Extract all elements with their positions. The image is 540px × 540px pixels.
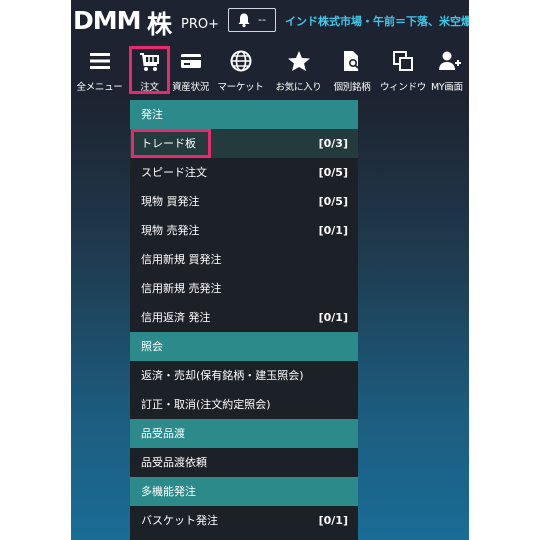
menu-item-basket-order[interactable]: バスケット発注 [0/1] [130, 506, 358, 535]
globe-icon [230, 50, 252, 76]
menu-item-count: [0/1] [318, 224, 348, 237]
section-header-inquiry: 照会 [130, 332, 358, 361]
menu-item-label: 現物 売発注 [141, 224, 200, 237]
order-dropdown-menu: 発注 トレード板 [0/3] スピード注文 [0/5] 現物 買発注 [0/5]… [130, 100, 358, 540]
selection-highlight [131, 129, 211, 158]
section-header-delivery: 品受品渡 [130, 419, 358, 448]
news-ticker[interactable]: インド株式市場・午前＝下落、米空爆 [285, 13, 469, 29]
toolbar-market[interactable]: マーケット [212, 46, 269, 94]
toolbar-individual-stock[interactable]: 個別銘柄 [328, 46, 376, 94]
toolbar-label: ウィンドウ [379, 82, 426, 93]
section-header-multi-function: 多機能発注 [130, 477, 358, 506]
menu-item-label: 信用新規 売発注 [141, 282, 222, 295]
star-icon [287, 50, 311, 76]
menu-item-spot-buy[interactable]: 現物 買発注 [0/5] [130, 187, 358, 216]
toolbar-label: お気に入り [275, 82, 322, 93]
menu-item-label: 信用返済 発注 [141, 311, 211, 324]
document-search-icon [341, 50, 363, 76]
app-window: DMM 株 PRO+ -- インド株式市場・午前＝下落、米空爆 全メニュー 注文… [71, 0, 469, 540]
menu-item-repay-sell[interactable]: 返済・売却(保有銘柄・建玉照会) [130, 361, 358, 390]
user-add-icon [438, 50, 462, 76]
menu-item-label: 訂正・取消(注文約定照会) [141, 398, 271, 411]
menu-item-label: 返済・売却(保有銘柄・建玉照会) [141, 369, 304, 382]
toolbar-label: 資産状況 [172, 82, 209, 93]
toolbar-all-menu[interactable]: 全メニュー [71, 46, 128, 94]
toolbar-label: 全メニュー [76, 82, 123, 93]
section-header-order: 発注 [130, 100, 358, 129]
dmm-logo: DMM [73, 6, 142, 35]
menu-item-trade-board[interactable]: トレード板 [0/3] [130, 129, 358, 158]
menu-item-margin-new-sell[interactable]: 信用新規 売発注 [130, 274, 358, 303]
menu-item-label: スピード注文 [141, 166, 207, 179]
card-icon [180, 50, 202, 76]
toolbar-label: MY画面 [431, 82, 463, 93]
toolbar-assets[interactable]: 資産状況 [170, 46, 211, 94]
toolbar-favorites[interactable]: お気に入り [270, 46, 327, 94]
menu-item-correct-cancel[interactable]: 訂正・取消(注文約定照会) [130, 390, 358, 419]
kabu-logo: 株 [147, 10, 173, 39]
cart-icon [139, 51, 161, 77]
toolbar-window[interactable]: ウィンドウ [376, 46, 430, 94]
menu-item-count: [0/1] [318, 514, 348, 527]
menu-item-count: [0/1] [318, 311, 348, 324]
toolbar-label: 注文 [140, 82, 159, 93]
menu-item-label: 信用新規 買発注 [141, 253, 222, 266]
menu-item-delivery-request[interactable]: 品受品渡依頼 [130, 448, 358, 477]
menu-item-count: [0/5] [318, 195, 348, 208]
toolbar-order[interactable]: 注文 [129, 46, 170, 94]
menu-item-speed-order[interactable]: スピード注文 [0/5] [130, 158, 358, 187]
menu-item-spot-sell[interactable]: 現物 売発注 [0/1] [130, 216, 358, 245]
notification-count: -- [258, 13, 266, 26]
toolbar-label: マーケット [217, 82, 264, 93]
main-toolbar: 全メニュー 注文 資産状況 マーケット お気に入り 個別銘柄 ウィンドウ MY画… [71, 46, 469, 94]
menu-item-margin-repay[interactable]: 信用返済 発注 [0/1] [130, 303, 358, 332]
bell-icon [236, 12, 252, 32]
menu-item-count: [0/3] [318, 137, 348, 150]
menu-item-margin-new-buy[interactable]: 信用新規 買発注 [130, 245, 358, 274]
windows-icon [392, 50, 414, 76]
top-bar: DMM 株 PRO+ -- インド株式市場・午前＝下落、米空爆 [71, 0, 469, 44]
toolbar-label: 個別銘柄 [333, 82, 371, 93]
pro-plus-logo: PRO+ [181, 17, 219, 32]
menu-item-label: バスケット発注 [141, 514, 218, 527]
menu-item-count: [0/5] [318, 166, 348, 179]
menu-item-label: 現物 買発注 [141, 195, 200, 208]
menu-item-label: 品受品渡依頼 [141, 456, 207, 469]
toolbar-my-screen[interactable]: MY画面 [431, 46, 469, 94]
notification-button[interactable]: -- [228, 8, 276, 32]
hamburger-icon [89, 50, 111, 76]
